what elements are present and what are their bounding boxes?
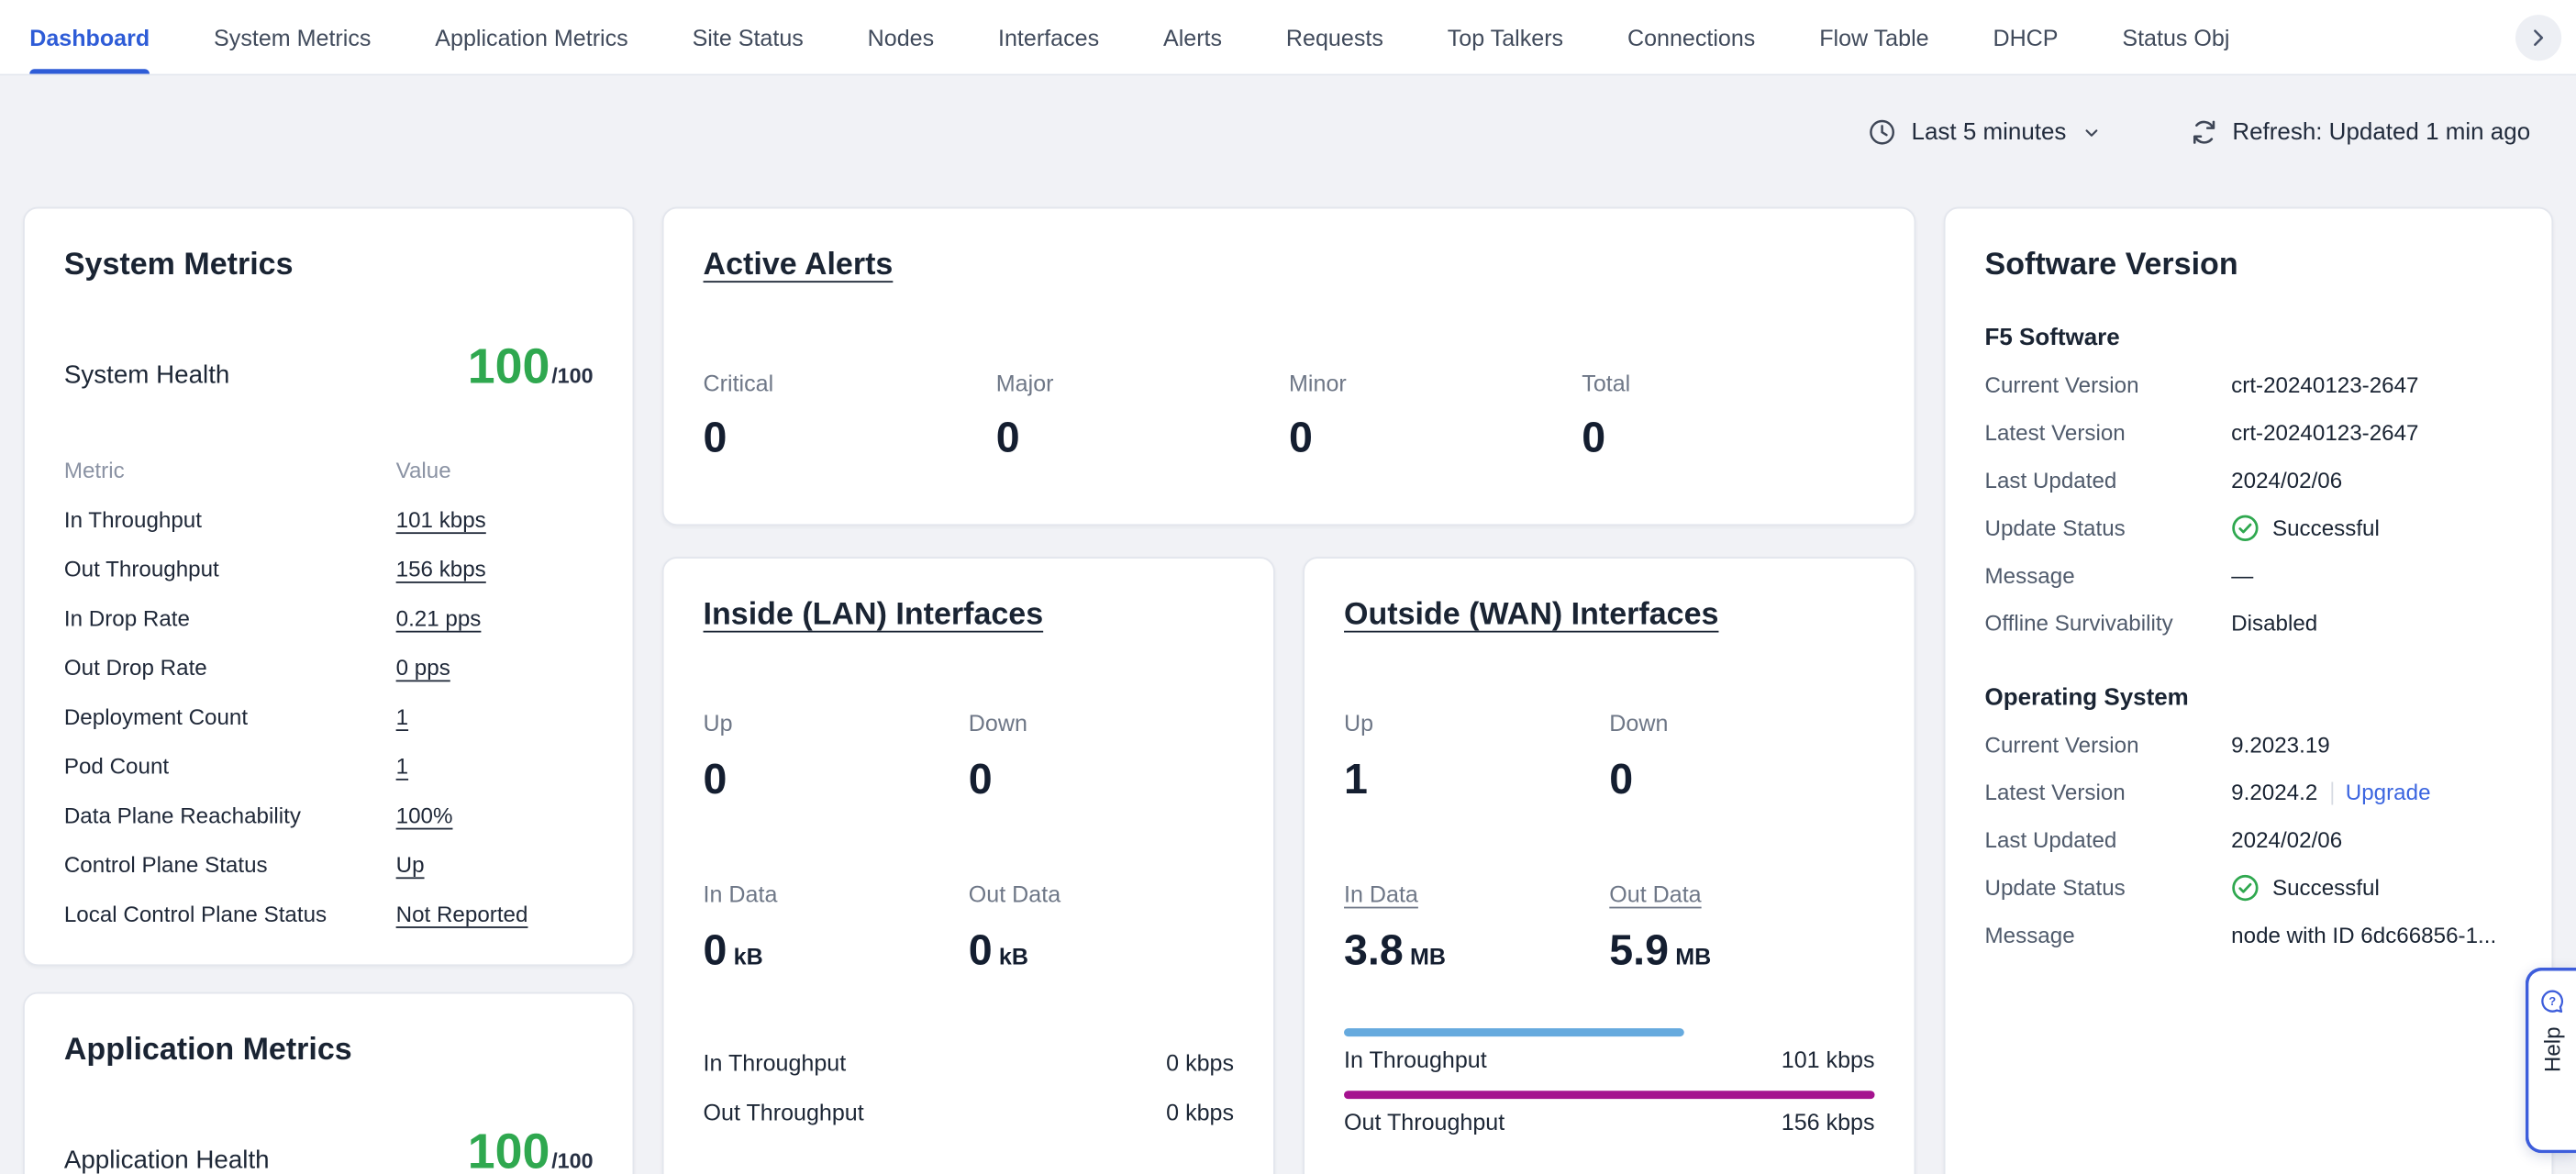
help-button[interactable]: ? Help — [2526, 968, 2576, 1153]
tab-flow-table[interactable]: Flow Table — [1819, 0, 1928, 74]
metric-value-link[interactable]: 1 — [396, 753, 408, 778]
lan-interfaces-card: Inside (LAN) Interfaces Up 0 Down 0 In D… — [662, 557, 1275, 1174]
f5-software-heading: F5 Software — [1985, 314, 2513, 361]
metric-table-header: Metric Value — [64, 445, 594, 494]
sw-row: Messagenode with ID 6dc66856-1... — [1985, 912, 2513, 959]
metric-value-link[interactable]: 0.21 pps — [396, 605, 482, 630]
sw-row: Current Version9.2023.19 — [1985, 721, 2513, 769]
table-row: Out Throughput156 kbps — [64, 544, 594, 593]
lan-interfaces-title-link[interactable]: Inside (LAN) Interfaces — [704, 594, 1234, 637]
refresh-label: Refresh: Updated 1 min ago — [2232, 119, 2530, 146]
tab-dhcp[interactable]: DHCP — [1993, 0, 2058, 74]
sw-row-update-status: Update Status Successful — [1985, 864, 2513, 912]
metric-value-link[interactable]: 100% — [396, 803, 453, 827]
table-row: Data Plane Reachability100% — [64, 790, 594, 839]
tab-nodes[interactable]: Nodes — [868, 0, 934, 74]
tab-site-status[interactable]: Site Status — [693, 0, 804, 74]
time-range-selector[interactable]: Last 5 minutes — [1869, 118, 2101, 146]
application-health-row: Application Health 100/100 — [64, 1125, 594, 1174]
toolbar: Last 5 minutes Refresh: Updated 1 min ag… — [1869, 118, 2530, 146]
metric-value-link[interactable]: 101 kbps — [396, 507, 486, 532]
software-version-title: Software Version — [1985, 245, 2513, 288]
alert-total: Total 0 — [1582, 370, 1874, 463]
table-row: Control Plane StatusUp — [64, 839, 594, 889]
application-metrics-title: Application Metrics — [64, 1030, 594, 1073]
table-row: Out Drop Rate0 pps — [64, 642, 594, 692]
help-label: Help — [2540, 1026, 2565, 1072]
table-row: Pod Count1 — [64, 741, 594, 791]
success-check-icon — [2231, 874, 2259, 902]
success-check-icon — [2231, 515, 2259, 542]
tab-application-metrics[interactable]: Application Metrics — [435, 0, 627, 74]
table-row: In Drop Rate0.21 pps — [64, 593, 594, 643]
alert-counts: Critical 0 Major 0 Minor 0 Total 0 — [704, 370, 1875, 463]
wan-up-down: Up 1 Down 0 — [1344, 710, 1874, 805]
divider — [2331, 781, 2333, 804]
wan-data: In Data 3.8MB Out Data 5.9MB — [1344, 880, 1874, 976]
clock-icon — [1869, 118, 1896, 146]
system-health-label: System Health — [64, 361, 230, 391]
lan-up-down: Up 0 Down 0 — [704, 710, 1234, 805]
out-throughput-bar — [1344, 1091, 1874, 1099]
sw-row-update-status: Update Status Successful — [1985, 504, 2513, 552]
nav-scroll-right-button[interactable] — [2515, 15, 2561, 61]
dashboard-page: Dashboard System Metrics Application Met… — [0, 0, 2576, 1174]
wan-interfaces-card: Outside (WAN) Interfaces Up 1 Down 0 In … — [1303, 557, 1915, 1174]
wan-in-data-link[interactable]: In Data — [1344, 880, 1418, 907]
in-throughput-bar — [1344, 1028, 1683, 1036]
tab-top-talkers[interactable]: Top Talkers — [1448, 0, 1563, 74]
time-range-label: Last 5 minutes — [1912, 119, 2067, 146]
application-health-label: Application Health — [64, 1146, 270, 1174]
tab-requests[interactable]: Requests — [1286, 0, 1383, 74]
metric-value-link[interactable]: 1 — [396, 703, 408, 728]
metric-value-link[interactable]: Not Reported — [396, 901, 528, 925]
active-alerts-title-link[interactable]: Active Alerts — [704, 245, 1875, 288]
system-metrics-card: System Metrics System Health 100/100 Met… — [23, 207, 634, 966]
lan-data: In Data 0kB Out Data 0kB — [704, 880, 1234, 976]
tab-status-objects[interactable]: Status Obj — [2122, 0, 2229, 74]
wan-interfaces-title-link[interactable]: Outside (WAN) Interfaces — [1344, 594, 1874, 637]
tab-system-metrics[interactable]: System Metrics — [214, 0, 371, 74]
svg-text:?: ? — [2548, 994, 2556, 1008]
alert-minor: Minor 0 — [1289, 370, 1582, 463]
top-nav: Dashboard System Metrics Application Met… — [0, 0, 2576, 75]
chevron-down-icon — [2082, 122, 2101, 141]
wan-out-data-link[interactable]: Out Data — [1609, 880, 1701, 907]
application-metrics-card: Application Metrics Application Health 1… — [23, 992, 634, 1174]
operating-system-heading: Operating System — [1985, 673, 2513, 721]
tab-interfaces[interactable]: Interfaces — [998, 0, 1099, 74]
active-alerts-card: Active Alerts Critical 0 Major 0 Minor 0… — [662, 207, 1916, 526]
sw-row: Last Updated2024/02/06 — [1985, 816, 2513, 864]
system-metrics-title: System Metrics — [64, 245, 594, 288]
sw-row: Last Updated2024/02/06 — [1985, 457, 2513, 504]
tab-dashboard[interactable]: Dashboard — [29, 0, 150, 74]
help-question-icon: ? — [2540, 989, 2565, 1013]
tab-connections[interactable]: Connections — [1627, 0, 1755, 74]
alert-major: Major 0 — [996, 370, 1289, 463]
metric-value-link[interactable]: Up — [396, 852, 425, 877]
software-version-card: Software Version F5 Software Current Ver… — [1944, 207, 2553, 1174]
refresh-icon — [2190, 118, 2217, 146]
lan-throughput: In Throughput0 kbps Out Throughput0 kbps — [704, 1038, 1234, 1136]
tab-alerts[interactable]: Alerts — [1163, 0, 1222, 74]
metric-value-link[interactable]: 0 pps — [396, 655, 450, 680]
system-health-score: 100/100 — [468, 340, 594, 396]
sw-row: Message— — [1985, 552, 2513, 600]
refresh-button[interactable]: Refresh: Updated 1 min ago — [2190, 118, 2530, 146]
sw-row: Current Versioncrt-20240123-2647 — [1985, 361, 2513, 409]
system-health-row: System Health 100/100 — [64, 340, 594, 396]
wan-throughput: In Throughput101 kbps Out Throughput156 … — [1344, 1028, 1874, 1145]
table-row: Deployment Count1 — [64, 692, 594, 741]
sw-row-latest-version: Latest Version 9.2024.2 Upgrade — [1985, 769, 2513, 816]
table-row: In Throughput101 kbps — [64, 494, 594, 544]
sw-row: Offline SurvivabilityDisabled — [1985, 600, 2513, 648]
metric-value-link[interactable]: 156 kbps — [396, 556, 486, 581]
application-health-score: 100/100 — [468, 1125, 594, 1174]
sw-row: Latest Versioncrt-20240123-2647 — [1985, 409, 2513, 457]
alert-critical: Critical 0 — [704, 370, 996, 463]
table-row: Local Control Plane StatusNot Reported — [64, 889, 594, 938]
upgrade-link[interactable]: Upgrade — [2346, 781, 2431, 805]
chevron-right-icon — [2527, 27, 2550, 50]
